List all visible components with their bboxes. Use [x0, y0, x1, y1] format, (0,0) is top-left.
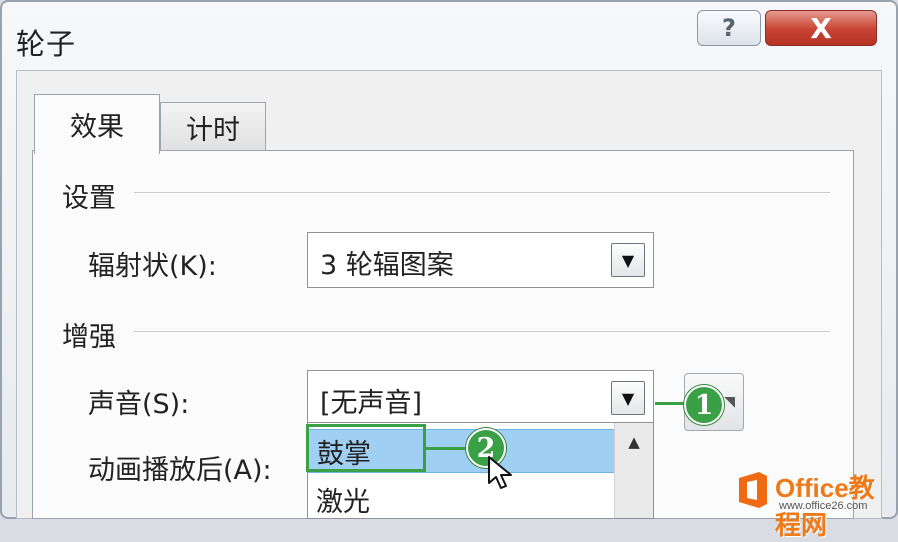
spokes-label: 辐射状(K):	[88, 251, 217, 282]
office-logo-icon	[739, 472, 767, 508]
enhancements-group-title: 增强	[62, 322, 116, 353]
settings-group-title: 设置	[62, 183, 116, 214]
speaker-icon: ◥	[724, 394, 735, 410]
tab-timing[interactable]: 计时	[160, 102, 266, 152]
chevron-down-icon[interactable]: ▼	[611, 381, 645, 415]
close-button[interactable]: X	[765, 10, 877, 46]
spokes-combobox[interactable]: 3 轮辐图案 ▼	[307, 232, 654, 288]
list-item-laser[interactable]: 激光	[308, 477, 615, 518]
callout-highlight-box	[306, 424, 426, 472]
settings-separator	[134, 192, 830, 193]
callout-badge-1: 1	[684, 385, 724, 425]
sound-value: [无声音]	[320, 388, 423, 419]
tab-effects[interactable]: 效果	[34, 94, 160, 154]
scroll-up-icon[interactable]: ▲	[615, 423, 653, 461]
spokes-value: 3 轮辐图案	[320, 250, 454, 281]
watermark-url: www.office26.com	[779, 500, 868, 512]
sound-label: 声音(S):	[88, 389, 190, 420]
sound-combobox[interactable]: [无声音] ▼	[307, 370, 654, 426]
enhancements-separator	[134, 331, 830, 332]
mouse-cursor-icon	[488, 456, 512, 489]
after-animation-label: 动画播放后(A):	[88, 455, 272, 486]
watermark: Office教程网 www.office26.com	[735, 466, 895, 540]
scrollbar[interactable]: ▲	[614, 423, 653, 518]
chevron-down-icon[interactable]: ▼	[611, 243, 645, 277]
dialog-title: 轮子	[16, 27, 77, 61]
callout-line-2	[426, 447, 470, 450]
help-button[interactable]: ?	[697, 10, 761, 46]
